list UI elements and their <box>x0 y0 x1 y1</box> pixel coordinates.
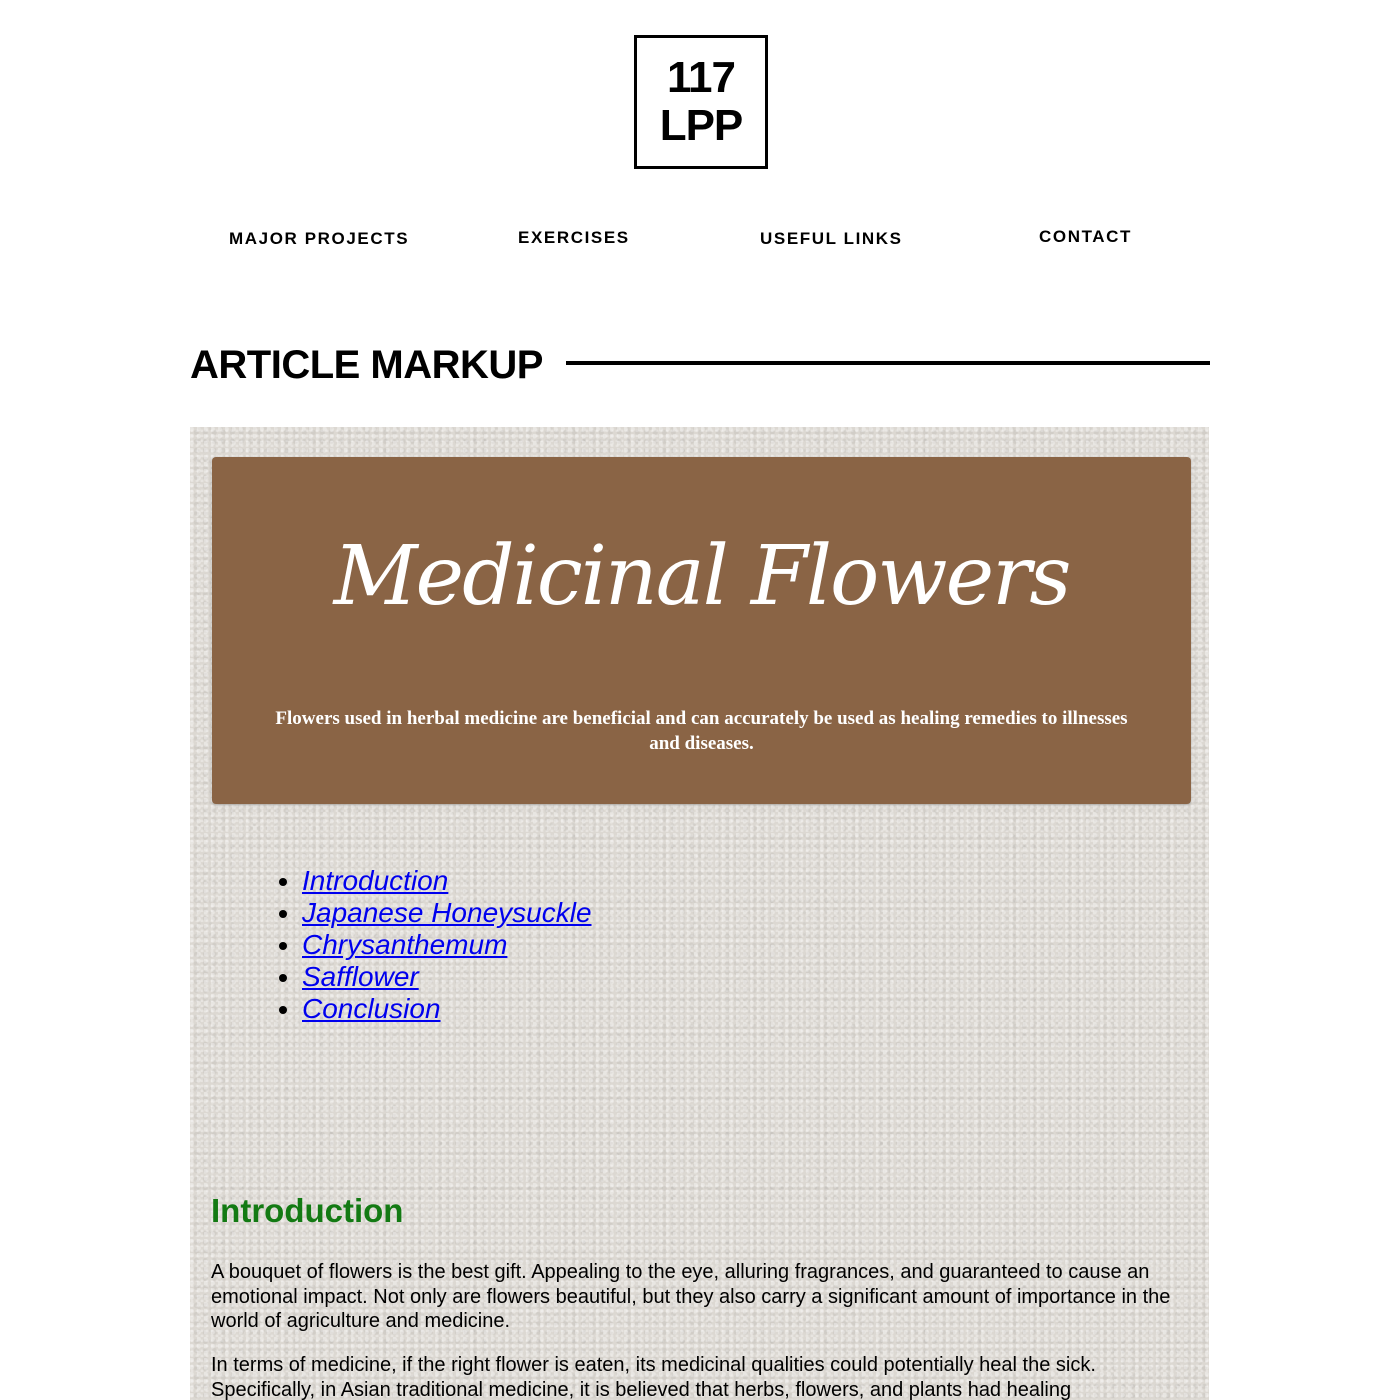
toc-item: Chrysanthemum <box>302 929 592 961</box>
intro-paragraph-1: A bouquet of flowers is the best gift. A… <box>211 1261 1171 1332</box>
toc-link-japanese-honeysuckle[interactable]: Japanese Honeysuckle <box>302 897 592 928</box>
toc-link-introduction[interactable]: Introduction <box>302 865 448 896</box>
article-hero-subtitle: Flowers used in herbal medicine are bene… <box>275 708 1128 754</box>
intro-paragraph-2: In terms of medicine, if the right flowe… <box>211 1354 1096 1400</box>
site-logo[interactable]: 117 LPP <box>634 35 768 169</box>
logo-line-2: LPP <box>659 101 744 150</box>
toc-link-conclusion[interactable]: Conclusion <box>302 993 441 1024</box>
toc-item: Conclusion <box>302 993 592 1025</box>
article-embed-frame[interactable]: Medicinal Flowers Flowers used in herbal… <box>190 427 1209 1400</box>
article-hero-banner: Medicinal Flowers Flowers used in herbal… <box>212 457 1191 804</box>
title-divider <box>566 361 1210 365</box>
toc-item: Japanese Honeysuckle <box>302 897 592 929</box>
nav-item-major-projects[interactable]: MAJOR PROJECTS <box>229 229 409 249</box>
table-of-contents: Introduction Japanese Honeysuckle Chrysa… <box>280 865 592 1025</box>
page: 117 LPP MAJOR PROJECTS EXERCISES USEFUL … <box>0 0 1400 1400</box>
section-title: ARTICLE MARKUP <box>190 343 543 387</box>
intro-heading: Introduction <box>211 1192 404 1229</box>
nav-item-useful-links[interactable]: USEFUL LINKS <box>760 229 903 249</box>
logo-line-1: 117 <box>667 53 736 102</box>
toc-link-chrysanthemum[interactable]: Chrysanthemum <box>302 929 507 960</box>
nav-item-contact[interactable]: CONTACT <box>1039 227 1132 247</box>
toc-item: Safflower <box>302 961 592 993</box>
toc-item: Introduction <box>302 865 592 897</box>
article-hero-title: Medicinal Flowers <box>333 529 1072 624</box>
toc-link-safflower[interactable]: Safflower <box>302 961 419 992</box>
nav-item-exercises[interactable]: EXERCISES <box>518 228 630 248</box>
